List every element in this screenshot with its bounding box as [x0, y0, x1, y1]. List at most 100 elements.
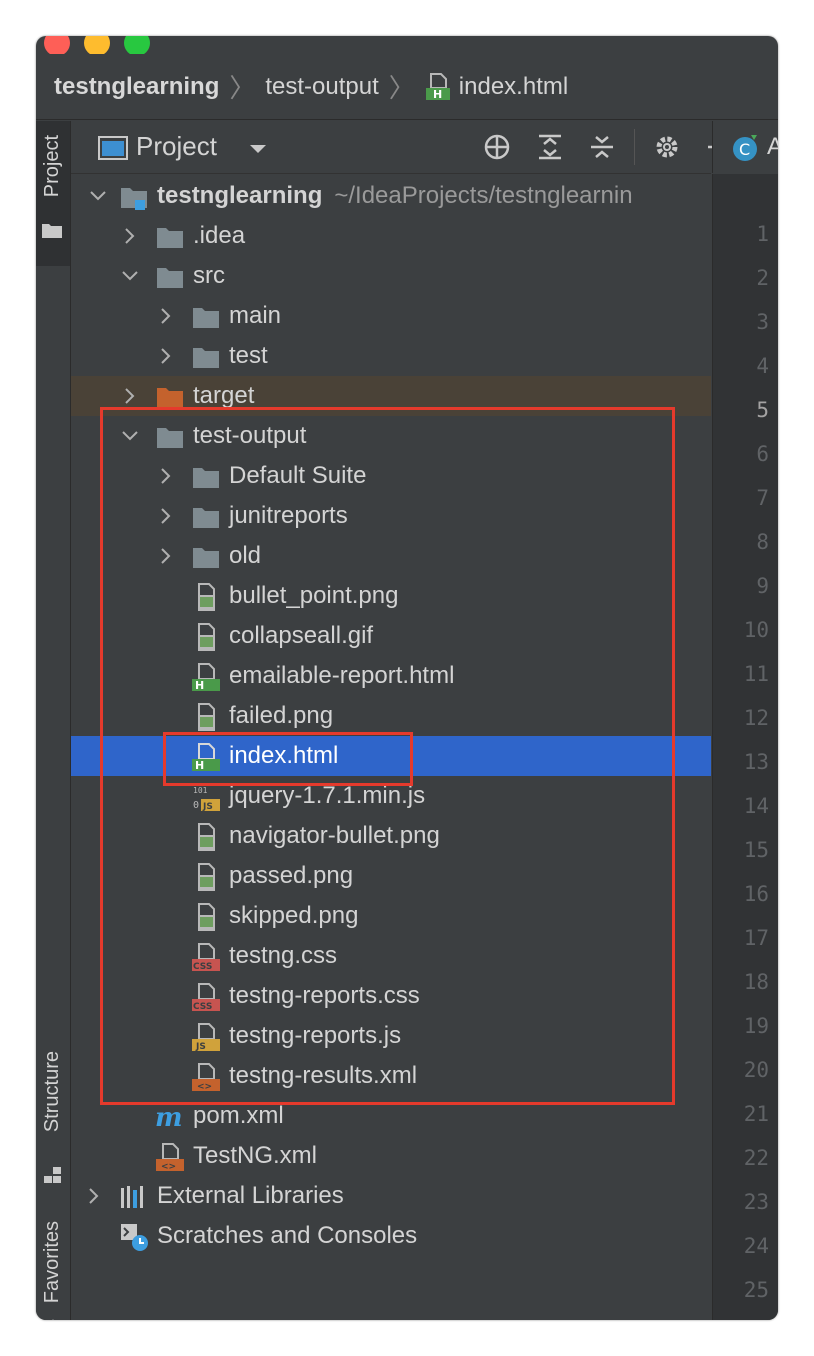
header-divider [634, 129, 635, 165]
folder-icon [157, 268, 183, 288]
module-folder-icon [121, 188, 147, 210]
project-tab-label: Project [41, 135, 63, 198]
tree-node-external-libraries[interactable]: External Libraries [71, 1176, 711, 1216]
maven-icon: m [155, 1103, 183, 1132]
folder-icon [193, 308, 219, 328]
gear-icon[interactable] [653, 133, 681, 161]
chevron-right-icon[interactable] [121, 387, 139, 405]
tree-node-test[interactable]: test [71, 336, 711, 376]
chevron-right-icon[interactable] [85, 1187, 103, 1205]
tree-node-file[interactable]: <> TestNG.xml [71, 1136, 711, 1176]
line-number: 8 [756, 530, 769, 554]
breadcrumb-folder[interactable]: test-output [265, 73, 378, 101]
project-panel-header: Project [71, 121, 730, 174]
tree-node-scratches[interactable]: Scratches and Consoles [71, 1216, 711, 1256]
line-number: 15 [743, 838, 769, 862]
project-root-path: ~/IdeaProjects/testnglearnin [334, 182, 633, 209]
chevron-down-icon[interactable] [89, 187, 107, 205]
class-icon: C [733, 135, 757, 161]
line-number: 24 [743, 1234, 769, 1258]
line-number: 4 [756, 354, 769, 378]
tree-label: Scratches and Consoles [157, 1222, 418, 1249]
editor-gutter: 1 2 3 4 5 6 7 8 9 10 11 12 13 14 15 16 1… [712, 174, 778, 1320]
zoom-window-button[interactable] [124, 36, 150, 56]
xml-file-icon: <> [156, 1143, 184, 1172]
breadcrumb-separator: 〉 [229, 73, 256, 103]
project-tool-tab[interactable]: Project [36, 121, 70, 266]
editor-tab-strip: C A [712, 121, 778, 173]
line-number: 11 [743, 662, 769, 686]
tree-label: test [229, 342, 268, 369]
svg-text:m: m [155, 1103, 183, 1132]
tree-label: pom.xml [193, 1102, 284, 1129]
star-icon [52, 1319, 54, 1320]
minimize-window-button[interactable] [84, 36, 110, 56]
tree-label: TestNG.xml [193, 1142, 318, 1169]
line-number: 7 [756, 486, 769, 510]
favorites-tool-tab[interactable]: Favorites [36, 1221, 70, 1320]
html-file-icon: H [425, 72, 450, 101]
line-number: 14 [743, 794, 769, 818]
chevron-right-icon[interactable] [157, 307, 175, 325]
favorites-tab-label: Favorites [41, 1221, 63, 1304]
structure-icon [44, 1167, 61, 1183]
line-number: 21 [743, 1102, 769, 1126]
structure-tab-label: Structure [41, 1051, 63, 1133]
ide-window: testnglearning 〉 test-output 〉 H index.h… [36, 36, 778, 1320]
locate-icon[interactable] [483, 133, 511, 161]
tree-node-main[interactable]: main [71, 296, 711, 336]
line-number: 19 [743, 1014, 769, 1038]
chevron-right-icon[interactable] [157, 347, 175, 365]
breadcrumb-separator: 〉 [388, 73, 415, 103]
expand-all-icon[interactable] [536, 133, 564, 161]
project-root-label: testnglearning [157, 182, 323, 209]
project-view-icon [98, 136, 128, 160]
line-number: 5 [756, 398, 769, 422]
svg-text:C: C [739, 140, 750, 159]
line-number: 2 [756, 266, 769, 290]
line-number: 20 [743, 1058, 769, 1082]
folder-icon [193, 348, 219, 368]
line-number: 9 [756, 574, 769, 598]
svg-text:H: H [433, 88, 442, 101]
chevron-down-icon[interactable] [121, 267, 139, 285]
line-number: 18 [743, 970, 769, 994]
svg-text:<>: <> [161, 1162, 176, 1172]
editor-tab[interactable]: C A [713, 121, 778, 173]
libraries-icon [121, 1186, 143, 1208]
scratches-icon [121, 1224, 148, 1251]
close-window-button[interactable] [44, 36, 70, 56]
collapse-all-icon[interactable] [588, 133, 616, 161]
tree-label: .idea [193, 222, 246, 249]
line-number: 12 [743, 706, 769, 730]
line-number: 23 [743, 1190, 769, 1214]
tree-node-project-root[interactable]: testnglearning ~/IdeaProjects/testnglearn… [71, 176, 711, 216]
structure-tool-tab[interactable]: Structure [36, 1051, 70, 1241]
project-panel-title[interactable]: Project [136, 131, 217, 162]
line-number: 10 [743, 618, 769, 642]
breadcrumb-file[interactable]: index.html [459, 73, 568, 101]
chevron-down-icon[interactable] [249, 143, 267, 155]
editor-tab-label: A [767, 133, 778, 160]
chevron-right-icon[interactable] [121, 227, 139, 245]
line-number: 16 [743, 882, 769, 906]
line-number: 13 [743, 750, 769, 774]
folder-icon [157, 228, 183, 248]
line-number: 22 [743, 1146, 769, 1170]
folder-icon [42, 224, 62, 238]
line-number: 1 [756, 222, 769, 246]
highlight-box-index-html [163, 732, 413, 786]
tree-label: main [229, 302, 282, 329]
tree-label: External Libraries [157, 1182, 344, 1209]
line-number: 3 [756, 310, 769, 334]
line-number: 6 [756, 442, 769, 466]
line-number: 25 [743, 1278, 769, 1302]
tree-label: target [193, 382, 255, 409]
breadcrumb: testnglearning 〉 test-output 〉 H index.h… [36, 54, 778, 120]
tree-node-idea[interactable]: .idea [71, 216, 711, 256]
tree-node-src[interactable]: src [71, 256, 711, 296]
breadcrumb-project[interactable]: testnglearning [54, 73, 219, 101]
left-tool-stripe: Project Structure Favorites [36, 121, 71, 1320]
line-number: 17 [743, 926, 769, 950]
tree-label: src [193, 262, 225, 289]
